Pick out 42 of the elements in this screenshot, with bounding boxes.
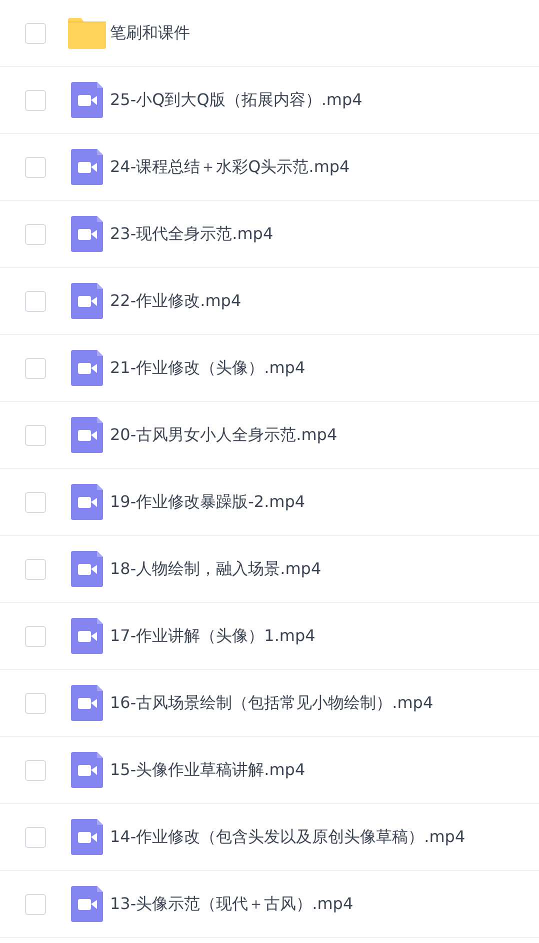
video-file-icon: [71, 216, 103, 252]
checkbox[interactable]: [25, 290, 46, 312]
file-name[interactable]: 18-人物绘制，融入场景.mp4: [110, 557, 322, 581]
file-name[interactable]: 21-作业修改（头像）.mp4: [110, 356, 306, 380]
file-name[interactable]: 17-作业讲解（头像）1.mp4: [110, 624, 316, 648]
file-name[interactable]: 笔刷和课件: [110, 21, 190, 45]
checkbox[interactable]: [25, 626, 46, 646]
video-file-icon: [71, 752, 103, 788]
checkbox[interactable]: [25, 22, 46, 44]
file-name[interactable]: 24-课程总结＋水彩Q头示范.mp4: [110, 155, 350, 179]
checkbox[interactable]: [25, 90, 46, 110]
video-file-icon: [71, 82, 103, 118]
checkbox[interactable]: [25, 156, 46, 178]
video-file-icon: [71, 551, 103, 587]
file-name[interactable]: 25-小Q到大Q版（拓展内容）.mp4: [110, 88, 362, 112]
file-name[interactable]: 15-头像作业草稿讲解.mp4: [110, 758, 306, 782]
checkbox[interactable]: [25, 894, 46, 914]
checkbox[interactable]: [25, 558, 46, 580]
video-file-icon: [71, 149, 103, 185]
video-file-icon: [71, 350, 103, 386]
video-file-icon: [71, 819, 103, 855]
video-file-icon: [71, 685, 103, 721]
checkbox[interactable]: [25, 826, 46, 848]
checkbox[interactable]: [25, 492, 46, 512]
video-file-icon: [71, 283, 103, 319]
file-name[interactable]: 20-古风男女小人全身示范.mp4: [110, 423, 338, 447]
file-name[interactable]: 13-头像示范（现代＋古风）.mp4: [110, 892, 354, 916]
checkbox[interactable]: [25, 760, 46, 780]
file-name[interactable]: 22-作业修改.mp4: [110, 289, 242, 313]
checkbox[interactable]: [25, 692, 46, 714]
video-file-icon: [71, 886, 103, 922]
video-file-icon: [71, 417, 103, 453]
checkbox[interactable]: [25, 424, 46, 446]
checkbox[interactable]: [25, 358, 46, 378]
file-name[interactable]: 23-现代全身示范.mp4: [110, 222, 274, 246]
checkbox[interactable]: [25, 224, 46, 244]
file-name[interactable]: 19-作业修改暴躁版-2.mp4: [110, 490, 306, 514]
file-name[interactable]: 14-作业修改（包含头发以及原创头像草稿）.mp4: [110, 825, 466, 849]
video-file-icon: [71, 484, 103, 520]
folder-icon: [68, 18, 106, 48]
file-name[interactable]: 16-古风场景绘制（包括常见小物绘制）.mp4: [110, 691, 434, 715]
video-file-icon: [71, 618, 103, 654]
